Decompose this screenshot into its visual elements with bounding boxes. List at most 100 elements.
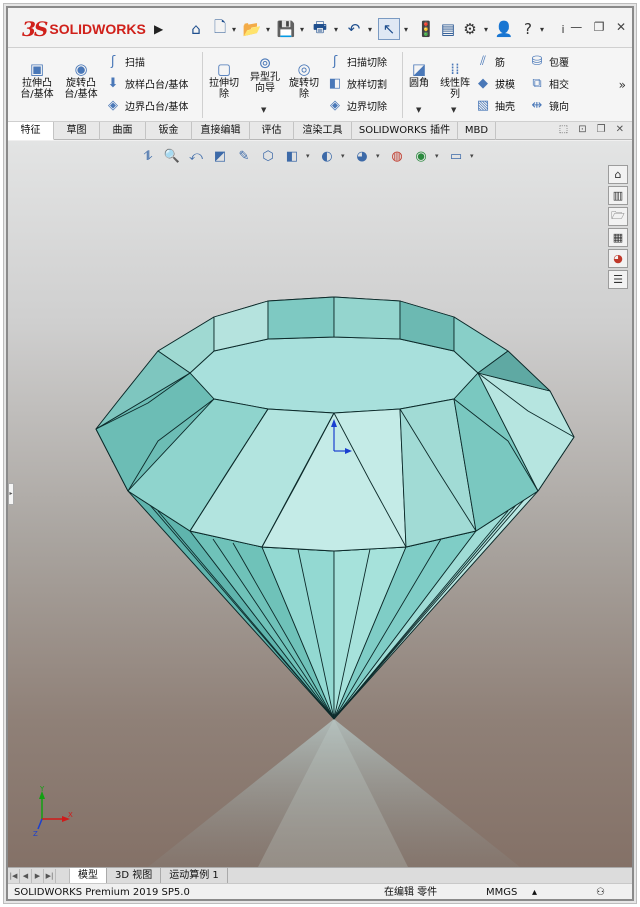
tab-direct-editing[interactable]: 直接编辑 — [192, 122, 250, 140]
chevron-down-icon[interactable]: ▾ — [298, 18, 306, 40]
previous-tab-icon[interactable]: ◀ — [20, 868, 32, 883]
chevron-down-icon[interactable]: ▾ — [366, 18, 374, 40]
chevron-down-icon[interactable]: ▾ — [264, 18, 272, 40]
previous-view-icon[interactable]: ⤺ — [186, 146, 206, 166]
chevron-down-icon[interactable]: ▾ — [306, 152, 313, 160]
view-settings-icon[interactable]: ◉ — [411, 146, 431, 166]
open-icon[interactable]: 📂 — [242, 18, 262, 40]
boundary-cut-button[interactable]: ◈ 边界切除 — [326, 98, 387, 113]
solidworks-logo[interactable]: 3S SOLIDWORKS — [22, 14, 152, 44]
chevron-down-icon[interactable]: ▼ — [451, 106, 456, 114]
last-tab-icon[interactable]: ▶| — [44, 868, 56, 883]
draft-button[interactable]: ◆ 拔模 — [474, 76, 515, 91]
extrude-cut-button[interactable]: ▢ 拉伸切 除 — [204, 60, 244, 100]
tab-surfaces[interactable]: 曲面 — [100, 122, 146, 140]
restore-pane-icon[interactable]: ❐ — [597, 124, 606, 135]
tab-3d-views[interactable]: 3D 视图 — [107, 867, 162, 884]
close-icon[interactable]: ✕ — [616, 20, 626, 34]
revolve-boss-label: 旋转凸 台/基体 — [64, 78, 98, 100]
linear-pattern-button[interactable]: ⁞⁞ 线性阵 列 — [434, 60, 476, 100]
home-icon[interactable]: ⌂ — [186, 18, 206, 40]
tab-model[interactable]: 模型 — [70, 867, 107, 884]
solidworks-resources-icon[interactable]: ⌂ — [608, 165, 628, 184]
display-monitor-icon[interactable]: ▭ — [446, 146, 466, 166]
apply-scene-icon[interactable]: ◍ — [387, 146, 407, 166]
tab-sketch[interactable]: 草图 — [54, 122, 100, 140]
tab-evaluate[interactable]: 评估 — [250, 122, 294, 140]
tab-addins[interactable]: SOLIDWORKS 插件 — [352, 122, 458, 140]
restore-icon[interactable]: ❐ — [594, 20, 605, 34]
file-explorer-icon[interactable]: 🗁 — [608, 207, 628, 226]
tab-render-tools[interactable]: 渲染工具 — [294, 122, 352, 140]
graphics-area[interactable]: Y X Z ⥮ 🔍 ⤺ ◩ ✎ ⬡ ◧ ▾ ◐ ▾ ◕ ▾ ◍ ◉ ▾ ▭ ▾ — [8, 141, 632, 867]
tab-sheet-metal[interactable]: 钣金 — [146, 122, 192, 140]
rib-button[interactable]: ⫽ 筋 — [474, 54, 505, 69]
undo-icon[interactable]: ↶ — [344, 18, 364, 40]
appearances-icon[interactable]: ◕ — [608, 249, 628, 268]
mirror-button[interactable]: ⇹ 镜向 — [528, 98, 569, 113]
display-style-icon[interactable]: ◧ — [282, 146, 302, 166]
chevron-down-icon[interactable]: ▾ — [470, 152, 477, 160]
dynamic-annotation-icon[interactable]: ✎ — [234, 146, 254, 166]
chevron-up-icon[interactable]: ▴ — [532, 884, 537, 899]
feature-manager-toggle-icon[interactable]: ⬚ — [559, 124, 568, 135]
wrap-button[interactable]: ⛁ 包覆 — [528, 54, 569, 69]
sweep-button[interactable]: ʃ 扫描 — [104, 54, 145, 69]
new-document-icon[interactable]: 🗋 — [210, 18, 230, 40]
section-view-icon[interactable]: ◩ — [210, 146, 230, 166]
rebuild-icon[interactable]: 🚦 — [416, 18, 436, 40]
view-orientation-icon[interactable]: ⬡ — [258, 146, 278, 166]
select-icon[interactable]: ↖ — [378, 18, 400, 40]
chevron-down-icon[interactable]: ▾ — [376, 152, 383, 160]
print-icon[interactable]: 🖶 — [310, 18, 330, 40]
diamond-model[interactable]: Y X Z — [8, 141, 632, 867]
revolve-cut-icon: ◎ — [297, 60, 311, 78]
options-icon[interactable]: ⚙ — [460, 18, 480, 40]
file-properties-icon[interactable]: ▤ — [438, 18, 458, 40]
unit-system[interactable]: MMGS — [486, 884, 517, 899]
chevron-down-icon[interactable]: ▾ — [482, 18, 490, 40]
tab-mbd[interactable]: MBD — [458, 122, 496, 140]
custom-properties-icon[interactable]: ☰ — [608, 270, 628, 289]
close-pane-icon[interactable]: ✕ — [616, 124, 624, 135]
extrude-boss-button[interactable]: ▣ 拉伸凸 台/基体 — [16, 60, 58, 100]
hole-wizard-button[interactable]: ⊚ 异型孔 向导 — [244, 54, 286, 94]
minimize-icon[interactable]: — — [570, 20, 582, 34]
boundary-boss-button[interactable]: ◈ 边界凸台/基体 — [104, 98, 188, 113]
loft-cut-button[interactable]: ◧ 放样切割 — [326, 76, 387, 91]
ribbon-overflow-icon[interactable]: » — [619, 78, 626, 92]
zoom-to-fit-icon[interactable]: ⥮ — [138, 146, 158, 166]
chevron-down-icon[interactable]: ▼ — [261, 106, 266, 114]
user-icon[interactable]: 👤 — [494, 18, 514, 40]
next-tab-icon[interactable]: ▶ — [32, 868, 44, 883]
design-library-icon[interactable]: ▥ — [608, 186, 628, 205]
shell-button[interactable]: ▧ 抽壳 — [474, 98, 515, 113]
view-palette-icon[interactable]: ▦ — [608, 228, 628, 247]
tab-features[interactable]: 特征 — [8, 122, 54, 140]
chevron-down-icon[interactable]: ▾ — [435, 152, 442, 160]
hide-show-items-icon[interactable]: ◐ — [317, 146, 337, 166]
customize-status-icon[interactable]: ⚇ — [596, 884, 605, 899]
fillet-button[interactable]: ◪ 圆角 — [404, 60, 434, 89]
revolve-boss-button[interactable]: ◉ 旋转凸 台/基体 — [60, 60, 102, 100]
tab-motion-study[interactable]: 运动算例 1 — [161, 867, 228, 884]
menu-expand-arrow[interactable]: ▶ — [154, 22, 163, 36]
expand-icon[interactable]: ⊡ — [578, 124, 586, 135]
help-icon[interactable]: ? — [518, 18, 538, 40]
edit-appearance-icon[interactable]: ◕ — [352, 146, 372, 166]
first-tab-icon[interactable]: |◀ — [8, 868, 20, 883]
save-icon[interactable]: 💾 — [276, 18, 296, 40]
chevron-down-icon[interactable]: ▾ — [332, 18, 340, 40]
chevron-down-icon[interactable]: ▾ — [402, 18, 410, 40]
zoom-to-area-icon[interactable]: 🔍 — [162, 146, 182, 166]
loft-boss-button[interactable]: ⬇ 放样凸台/基体 — [104, 76, 189, 91]
command-manager: ▣ 拉伸凸 台/基体 ◉ 旋转凸 台/基体 ʃ 扫描 ⬇ 放样凸台/基体 ◈ 边… — [8, 48, 632, 122]
chevron-down-icon[interactable]: ▾ — [230, 18, 238, 40]
sweep-cut-button[interactable]: ʃ 扫描切除 — [326, 54, 387, 69]
feature-manager-handle-icon[interactable]: ▸ — [8, 483, 14, 505]
chevron-down-icon[interactable]: ▾ — [341, 152, 348, 160]
intersect-button[interactable]: ⧉ 相交 — [528, 76, 569, 91]
chevron-down-icon[interactable]: ▼ — [416, 106, 421, 114]
chevron-down-icon[interactable]: ▾ — [538, 18, 546, 40]
revolve-cut-button[interactable]: ◎ 旋转切 除 — [284, 60, 324, 100]
